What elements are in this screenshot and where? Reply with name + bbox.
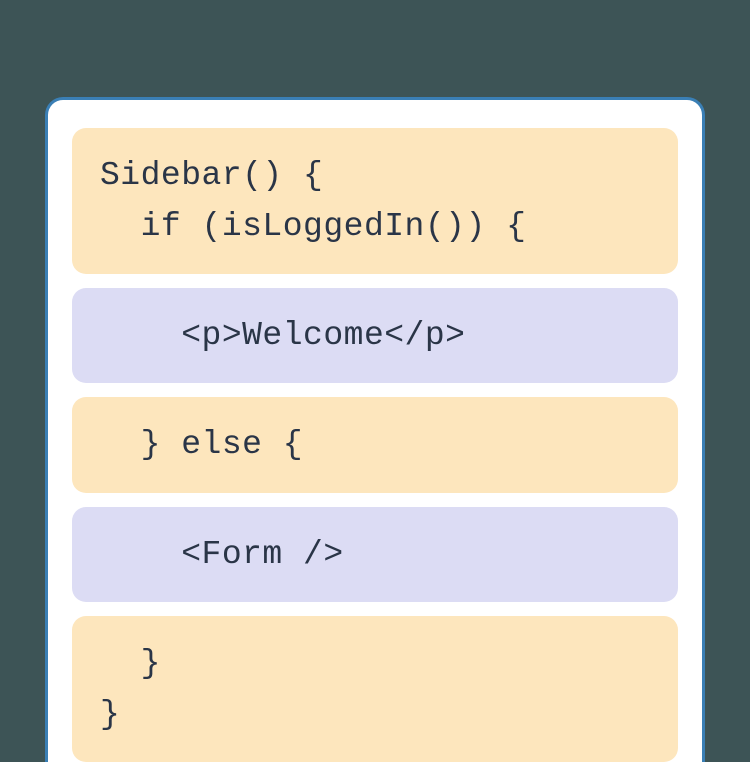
- code-block-js: } }: [72, 616, 678, 762]
- code-block-jsx: <p>Welcome</p>: [72, 288, 678, 383]
- code-block-js: } else {: [72, 397, 678, 492]
- code-block-jsx: <Form />: [72, 507, 678, 602]
- code-block-js: Sidebar() { if (isLoggedIn()) {: [72, 128, 678, 274]
- code-card: Sidebar() { if (isLoggedIn()) { <p>Welco…: [45, 97, 705, 762]
